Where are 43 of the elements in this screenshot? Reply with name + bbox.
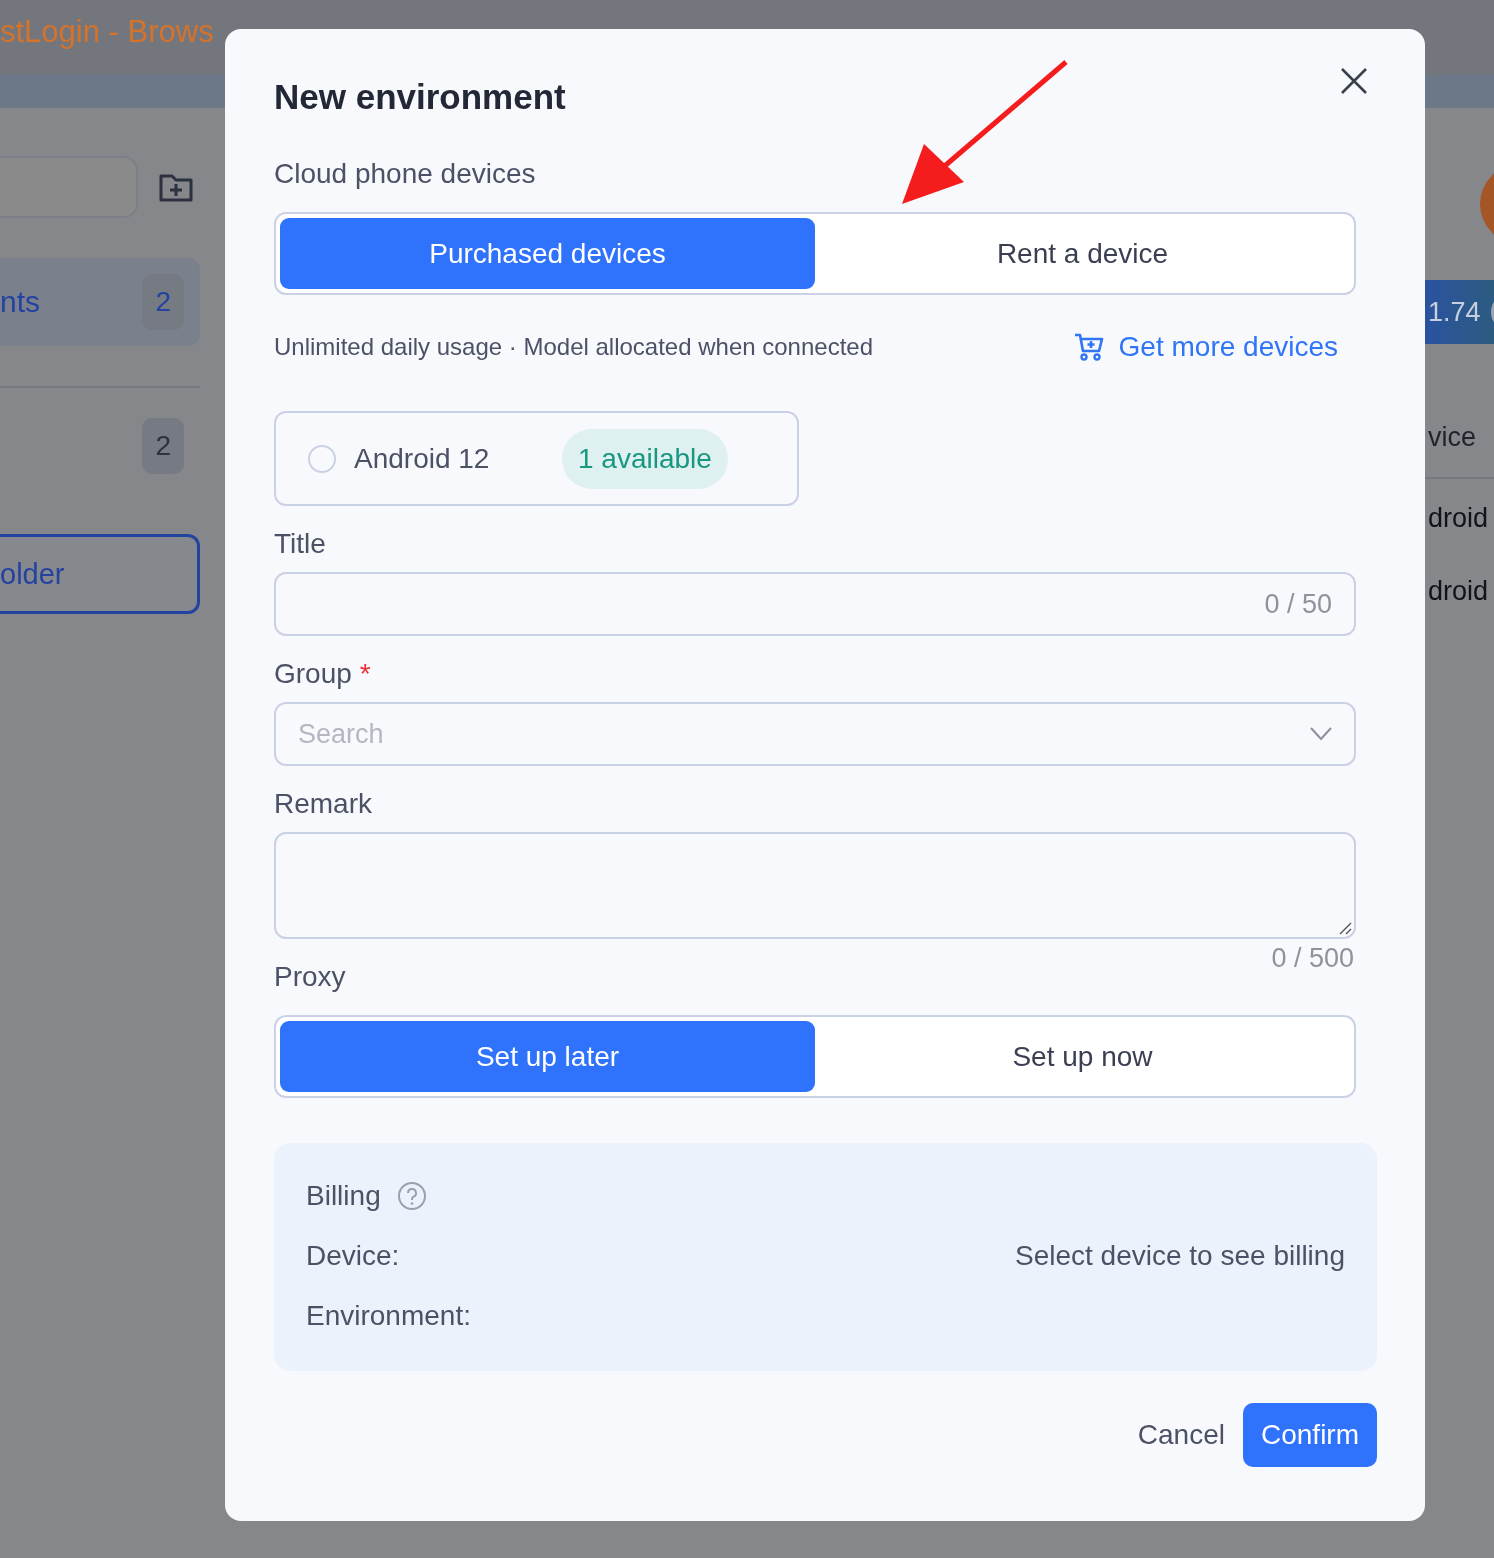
segment-tab[interactable]: Set up later <box>280 1021 815 1092</box>
segment-tab[interactable]: Purchased devices <box>280 218 815 289</box>
remark-textarea[interactable] <box>274 832 1356 939</box>
character-counter: 0 / 50 <box>1264 588 1332 620</box>
cancel-button[interactable]: Cancel <box>1137 1419 1225 1451</box>
field-label: Group <box>274 658 352 690</box>
radio-button[interactable] <box>308 444 336 473</box>
cart-plus-icon <box>1072 331 1105 363</box>
count-badge: 2 <box>142 418 184 474</box>
confirm-button[interactable]: Confirm <box>1243 1403 1377 1467</box>
sidebar-item[interactable]: nts 2 <box>0 258 200 346</box>
chevron-down-icon <box>1310 727 1332 741</box>
billing-value: Select device to see billing <box>1015 1240 1345 1272</box>
required-mark: * <box>359 658 371 690</box>
close-icon <box>1339 66 1369 96</box>
table-cell-text: droid <box>1428 576 1490 607</box>
field-label: Proxy <box>274 961 346 993</box>
field-label: Remark <box>274 788 373 820</box>
resize-grip-icon <box>1338 921 1352 935</box>
availability-badge: 1 available <box>562 428 728 489</box>
new-folder-button[interactable]: older <box>0 534 200 614</box>
segment-tab[interactable]: Rent a device <box>815 218 1350 289</box>
billing-label: Device: <box>306 1240 400 1272</box>
get-more-link[interactable]: Get more devices <box>1072 331 1338 363</box>
balance-text: 1.74 <box>1428 296 1481 328</box>
device-option[interactable]: Android 12 1 available <box>274 411 799 506</box>
table-cell-text: droid <box>1428 503 1490 534</box>
banner-text: stLogin - Brows <box>0 13 214 50</box>
title-input[interactable]: 0 / 50 <box>274 572 1356 636</box>
billing-title: Billing <box>306 1180 381 1212</box>
help-icon[interactable] <box>396 1181 427 1211</box>
segment-tab[interactable]: Set up now <box>815 1021 1350 1092</box>
field-label: Title <box>274 528 327 560</box>
billing-label: Environment: <box>306 1300 471 1332</box>
count-badge: 2 <box>142 274 184 330</box>
section-label: Cloud phone devices <box>274 158 537 190</box>
close-button[interactable] <box>1339 66 1369 96</box>
character-counter: 0 / 500 <box>1271 943 1354 974</box>
dialog-title: New environment <box>274 76 566 118</box>
info-text: Unlimited daily usage · Model allocated when connected <box>274 333 873 361</box>
sidebar-item[interactable]: 2 <box>0 402 200 490</box>
sidebar-item-label: nts <box>0 285 41 319</box>
device-name: Android 12 <box>354 442 491 475</box>
